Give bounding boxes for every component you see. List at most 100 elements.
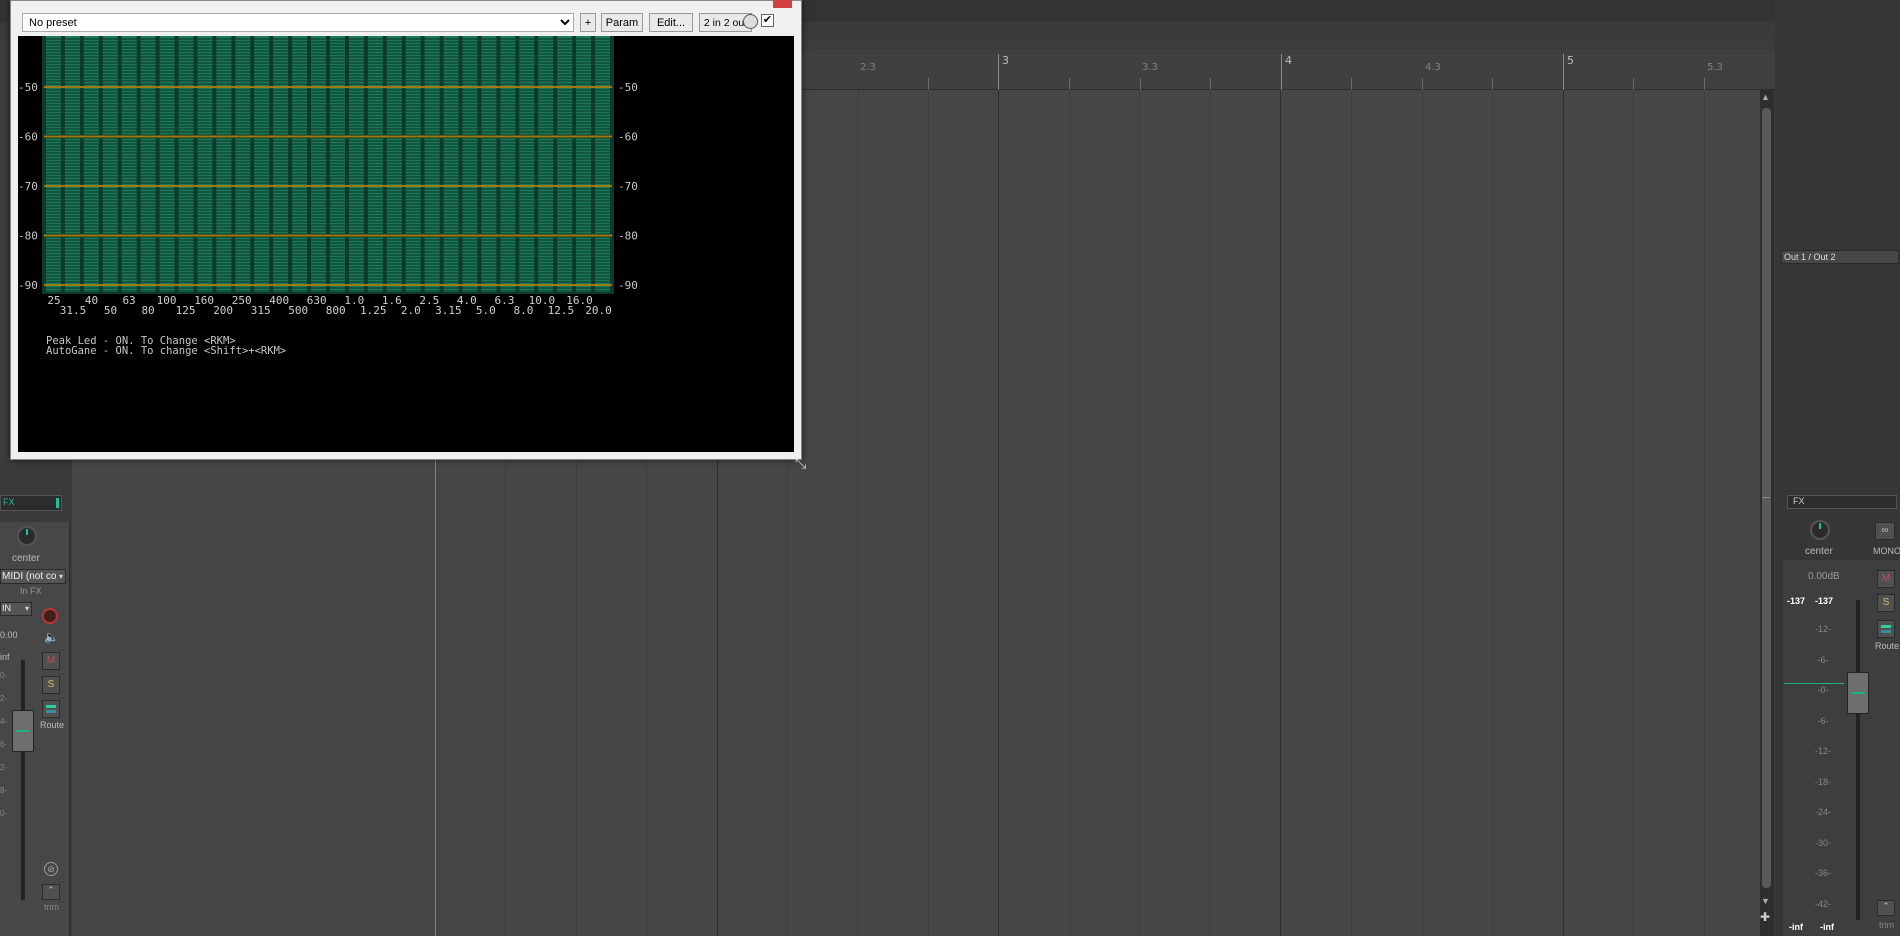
zoom-marker[interactable] xyxy=(1762,497,1770,498)
close-icon[interactable] xyxy=(773,0,792,8)
spectrum-bar xyxy=(462,36,478,292)
peak-left-value: -137 xyxy=(1787,596,1806,606)
grid-line xyxy=(858,90,859,936)
wet-knob-icon[interactable] xyxy=(743,14,758,29)
spectrum-bar xyxy=(235,36,251,292)
phase-icon[interactable]: ⊘ xyxy=(44,862,58,876)
route-icon xyxy=(46,705,56,708)
master-mixer-strip xyxy=(1783,560,1900,936)
frequency-label: 63 xyxy=(122,294,135,307)
spectrum-display[interactable]: -50 -50 -60 -60 -70 -70 -80 -80 -90 -90 25 40 63 100… xyxy=(18,36,794,452)
frequency-label: 20.0 xyxy=(585,304,612,317)
frequency-label: 40 xyxy=(85,294,98,307)
grid-line xyxy=(928,90,929,936)
ruler-label: 3 xyxy=(1002,54,1009,67)
pan-knob-indicator xyxy=(1819,523,1821,529)
record-arm-button[interactable] xyxy=(42,608,58,624)
spectrum-bar xyxy=(159,36,175,292)
ruler-major-tick xyxy=(1281,54,1282,90)
scroll-down-icon[interactable]: ▼ xyxy=(1761,896,1770,906)
volume-fader-handle[interactable] xyxy=(12,710,34,752)
param-button[interactable]: Param xyxy=(601,13,643,32)
preset-select[interactable]: No preset xyxy=(22,13,574,32)
master-fx-button[interactable]: FX xyxy=(1787,495,1897,509)
spectrum-bar xyxy=(330,36,345,292)
frequency-label: 800 xyxy=(326,304,346,317)
ruler-minor-tick xyxy=(1422,78,1423,90)
spectrum-bar xyxy=(443,36,459,292)
frequency-label: 125 xyxy=(176,304,196,317)
add-track-icon[interactable]: ✚ xyxy=(1760,910,1770,924)
in-fx-label[interactable]: In FX xyxy=(20,586,42,596)
master-output-select[interactable]: Out 1 / Out 2 xyxy=(1781,250,1899,264)
timeline-ruler[interactable]: 2.3 3 3.3 4 4.3 5 5.3 xyxy=(800,50,1775,90)
spectrum-bar xyxy=(405,36,421,292)
input-monitor-select[interactable]: IN ▾ xyxy=(0,602,32,616)
spectrum-bar xyxy=(102,36,118,292)
ruler-label: 5 xyxy=(1567,54,1574,67)
meter-tick: 8- xyxy=(0,786,8,795)
fx-label: FX xyxy=(3,497,15,507)
midi-input-select[interactable]: MIDI (not co ▾ xyxy=(0,569,66,584)
frequency-label: 400 xyxy=(269,294,289,307)
edit-button[interactable]: Edit... xyxy=(649,13,693,32)
spectrum-bar xyxy=(481,36,497,292)
master-mute-button[interactable]: M xyxy=(1877,570,1895,588)
pan-label: center xyxy=(12,553,40,564)
spectrum-bar xyxy=(292,36,308,292)
level-label: -60 xyxy=(618,131,638,144)
master-solo-button[interactable]: S xyxy=(1877,594,1895,612)
level-label: -90 xyxy=(18,279,38,292)
frequency-label: 500 xyxy=(288,304,308,317)
frequency-label: 25 xyxy=(47,294,60,307)
spectrum-bar xyxy=(424,36,440,292)
meter-tick: -6- xyxy=(1817,715,1829,726)
master-fader-handle[interactable] xyxy=(1847,672,1869,714)
track-fx-button[interactable]: FX xyxy=(0,495,62,511)
ruler-minor-tick xyxy=(928,78,929,90)
level-label: -70 xyxy=(618,180,638,193)
scroll-up-icon[interactable]: ▲ xyxy=(1761,92,1770,102)
ruler-label: 3.3 xyxy=(1142,62,1158,73)
add-preset-button[interactable]: + xyxy=(580,13,596,32)
resize-handle-icon[interactable]: ⤡ xyxy=(795,455,806,472)
spectrum-bar xyxy=(254,36,270,292)
frequency-label: 3.15 xyxy=(435,304,462,317)
meter-tick: 2- xyxy=(0,763,8,772)
master-trim-icon[interactable]: ⌃ xyxy=(1877,900,1895,916)
pan-knob[interactable] xyxy=(17,526,37,546)
frequency-label: 6.3 xyxy=(494,294,514,307)
meter-tick: -42- xyxy=(1814,898,1831,909)
solo-button[interactable]: S xyxy=(42,676,60,694)
trim-label: trim xyxy=(44,902,59,912)
meter-tick: 0- xyxy=(0,809,8,818)
level-label: -80 xyxy=(618,230,638,243)
frequency-label: 630 xyxy=(307,294,327,307)
ruler-minor-tick xyxy=(1069,78,1070,90)
meter-tick: -18- xyxy=(1814,776,1831,787)
frequency-label: 80 xyxy=(141,304,154,317)
trim-envelope-icon[interactable]: ⌃ xyxy=(42,884,60,900)
spectrum-bar xyxy=(519,36,535,292)
spectrum-bar xyxy=(83,36,99,292)
spectrum-bar xyxy=(197,36,213,292)
master-bottom-left: -inf xyxy=(1789,922,1803,932)
master-pan-knob[interactable] xyxy=(1810,520,1830,540)
edit-cursor xyxy=(435,460,436,936)
speaker-icon[interactable]: 🔈 xyxy=(44,630,59,644)
autogain-info: AutoGane - ON. To change <Shift>+<RKM> xyxy=(46,345,286,357)
volume-fader-track[interactable] xyxy=(21,660,25,900)
frequency-label: 12.5 xyxy=(548,304,575,317)
spectrum-bar xyxy=(557,36,573,292)
master-route-button[interactable] xyxy=(1877,620,1895,638)
master-fader-track[interactable] xyxy=(1856,600,1860,920)
mono-stereo-icon[interactable]: ∞ xyxy=(1875,522,1895,540)
ruler-minor-tick xyxy=(1210,78,1211,90)
route-button[interactable] xyxy=(42,700,60,718)
frequency-label: 2.0 xyxy=(401,304,421,317)
grid-line xyxy=(1351,90,1352,936)
grid-line xyxy=(1422,90,1423,936)
mute-button[interactable]: M xyxy=(42,652,60,670)
bypass-checkbox[interactable]: ✔ xyxy=(761,14,774,27)
scrollbar-thumb[interactable] xyxy=(1762,108,1771,888)
